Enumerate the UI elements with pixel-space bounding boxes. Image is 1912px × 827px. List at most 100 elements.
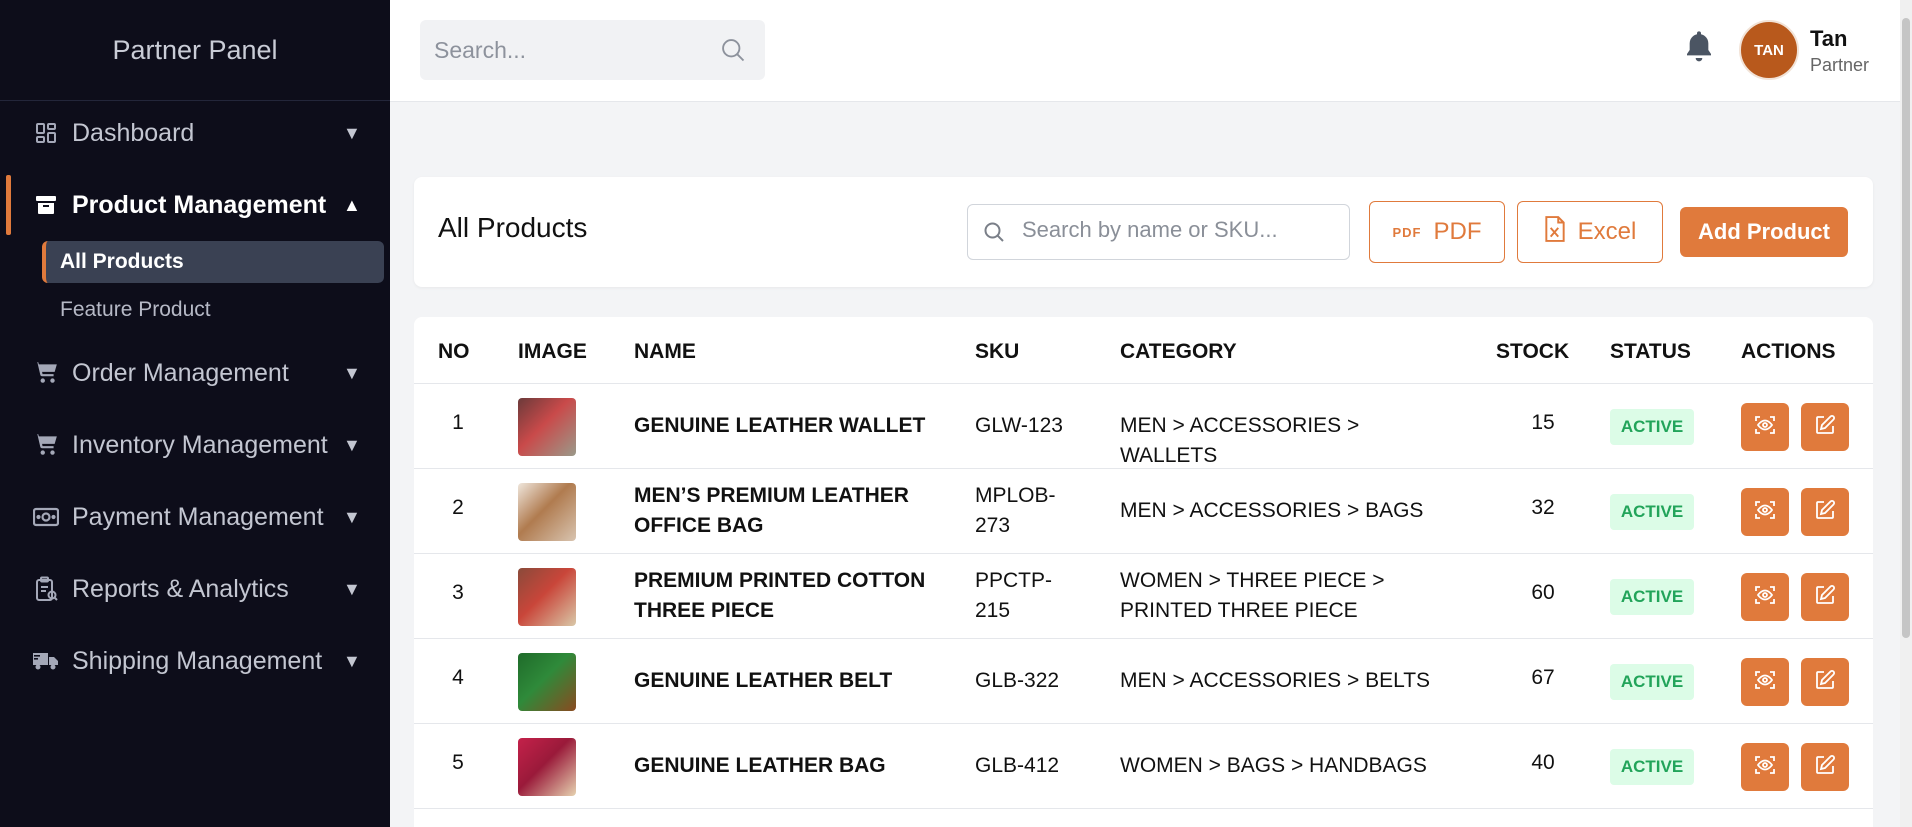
row-number: 2 — [452, 496, 464, 519]
product-thumbnail — [518, 653, 576, 711]
product-name-line: GENUINE LEATHER BAG — [634, 754, 886, 777]
global-search — [420, 20, 765, 80]
shopping-cart-icon — [32, 431, 60, 459]
brand-title: Partner Panel — [0, 0, 390, 101]
product-sku-line: GLB-322 — [975, 669, 1060, 692]
search-icon — [982, 220, 1006, 249]
column-header-name: NAME — [634, 340, 696, 363]
view-product-button[interactable] — [1741, 743, 1789, 791]
chevron-down-icon: ▼ — [343, 122, 361, 143]
edit-product-button[interactable] — [1801, 658, 1849, 706]
product-stock: 15 — [1531, 411, 1555, 434]
row-number: 5 — [452, 751, 464, 774]
product-sku-line: 273 — [975, 514, 1011, 537]
row-number: 1 — [452, 411, 464, 434]
eye-scan-icon — [1753, 498, 1777, 527]
status-badge: ACTIVE — [1610, 494, 1694, 530]
product-category-line: MEN > ACCESSORIES > WALLETS — [1120, 414, 1360, 467]
excel-file-icon — [1544, 215, 1566, 249]
status-badge: ACTIVE — [1610, 749, 1694, 785]
product-name: GENUINE LEATHER WALLET — [634, 411, 934, 441]
sidebar-item-product-management[interactable]: Product Management ▲ — [0, 175, 390, 235]
scrollbar-thumb[interactable] — [1902, 18, 1910, 638]
user-role: Partner — [1810, 55, 1870, 75]
page-title: All Products — [438, 212, 588, 243]
chevron-down-icon: ▼ — [343, 650, 361, 671]
clipboard-report-icon — [32, 575, 60, 603]
chevron-down-icon: ▼ — [343, 434, 361, 455]
product-thumbnail — [518, 398, 576, 456]
product-name-line: THREE PIECE — [634, 599, 775, 622]
truck-icon — [32, 647, 60, 675]
eye-scan-icon — [1753, 413, 1777, 442]
sidebar-item-label: Order Management — [72, 358, 289, 387]
page-scrollbar[interactable] — [1900, 0, 1912, 827]
sidebar: Partner Panel Dashboard ▼ Product Manage… — [0, 0, 390, 827]
product-name-line: GENUINE LEATHER WALLET — [634, 414, 926, 437]
edit-product-button[interactable] — [1801, 403, 1849, 451]
sidebar-item-label: Product Management — [72, 190, 327, 219]
table-header: NO IMAGE NAME SKU CATEGORY STOCK STATUS … — [414, 317, 1873, 384]
sidebar-item-dashboard[interactable]: Dashboard ▼ — [0, 103, 390, 163]
product-category: WOMEN > BAGS > HANDBAGS — [1120, 751, 1440, 781]
product-sku-line: 215 — [975, 599, 1011, 622]
view-product-button[interactable] — [1741, 658, 1789, 706]
table-row: 5 GENUINE LEATHER BAG GLB-412 WOMEN > BAGS … — [414, 724, 1873, 809]
add-product-button[interactable]: Add Product — [1680, 207, 1848, 257]
user-name: Tan — [1810, 26, 1848, 51]
edit-product-button[interactable] — [1801, 488, 1849, 536]
sidebar-item-label: Dashboard — [72, 118, 195, 147]
product-sku-line: PPCTP- — [975, 569, 1053, 592]
sidebar-item-label: Shipping Management — [72, 646, 323, 675]
column-header-sku: SKU — [975, 340, 1020, 363]
product-category: MEN > ACCESSORIES > BELTS — [1120, 666, 1440, 696]
product-stock: 40 — [1531, 751, 1555, 774]
edit-product-button[interactable] — [1801, 573, 1849, 621]
export-pdf-button[interactable]: PDF PDF — [1369, 201, 1505, 263]
product-category: MEN > ACCESSORIES > WALLETS — [1120, 411, 1440, 471]
edit-product-button[interactable] — [1801, 743, 1849, 791]
status-badge: ACTIVE — [1610, 409, 1694, 445]
row-number: 3 — [452, 581, 464, 604]
table-row: 4 GENUINE LEATHER BELT GLB-322 MEN > ACCESS… — [414, 639, 1873, 724]
product-sku-line: GLB-412 — [975, 754, 1060, 777]
view-product-button[interactable] — [1741, 573, 1789, 621]
search-icon[interactable] — [719, 36, 747, 69]
product-search-input[interactable] — [1022, 217, 1332, 243]
export-excel-button[interactable]: Excel — [1517, 201, 1663, 263]
product-sku: MPLOB- 273 — [975, 481, 1085, 541]
sidebar-item-reports-analytics[interactable]: Reports & Analytics ▼ — [0, 559, 390, 619]
product-name-line: OFFICE BAG — [634, 514, 764, 537]
money-bill-icon — [32, 503, 60, 531]
avatar[interactable]: TAN — [1739, 20, 1799, 80]
product-category-line: MEN > ACCESSORIES > BAGS — [1120, 499, 1424, 522]
sidebar-subitem-all-products[interactable]: All Products — [42, 241, 384, 283]
eye-scan-icon — [1753, 583, 1777, 612]
product-name: GENUINE LEATHER BELT — [634, 666, 934, 696]
sidebar-item-shipping-management[interactable]: Shipping Management ▼ — [0, 631, 390, 691]
chevron-up-icon: ▲ — [343, 194, 361, 215]
sidebar-item-order-management[interactable]: Order Management ▼ — [0, 343, 390, 403]
sidebar-item-inventory-management[interactable]: Inventory Management ▼ — [0, 415, 390, 475]
product-thumbnail — [518, 568, 576, 626]
product-stock: 60 — [1531, 581, 1555, 604]
product-name: MEN’S PREMIUM LEATHER OFFICE BAG — [634, 481, 934, 541]
product-name: PREMIUM PRINTED COTTON THREE PIECE — [634, 566, 934, 626]
export-pdf-label: PDF — [1433, 218, 1482, 245]
products-table: NO IMAGE NAME SKU CATEGORY STOCK STATUS … — [414, 317, 1873, 827]
product-search — [967, 204, 1350, 260]
global-search-input[interactable] — [434, 36, 714, 64]
product-thumbnail — [518, 738, 576, 796]
view-product-button[interactable] — [1741, 488, 1789, 536]
archive-box-icon — [32, 191, 60, 219]
view-product-button[interactable] — [1741, 403, 1789, 451]
bell-icon[interactable] — [1683, 28, 1715, 69]
product-category-line: WOMEN > THREE PIECE > — [1120, 569, 1385, 592]
product-stock: 32 — [1531, 496, 1555, 519]
status-badge: ACTIVE — [1610, 664, 1694, 700]
product-category: MEN > ACCESSORIES > BAGS — [1120, 496, 1440, 526]
sidebar-item-payment-management[interactable]: Payment Management ▼ — [0, 487, 390, 547]
product-name-line: MEN’S PREMIUM LEATHER — [634, 484, 909, 507]
product-name: GENUINE LEATHER BAG — [634, 751, 934, 781]
sidebar-subitem-feature-product[interactable]: Feature Product — [42, 289, 384, 331]
